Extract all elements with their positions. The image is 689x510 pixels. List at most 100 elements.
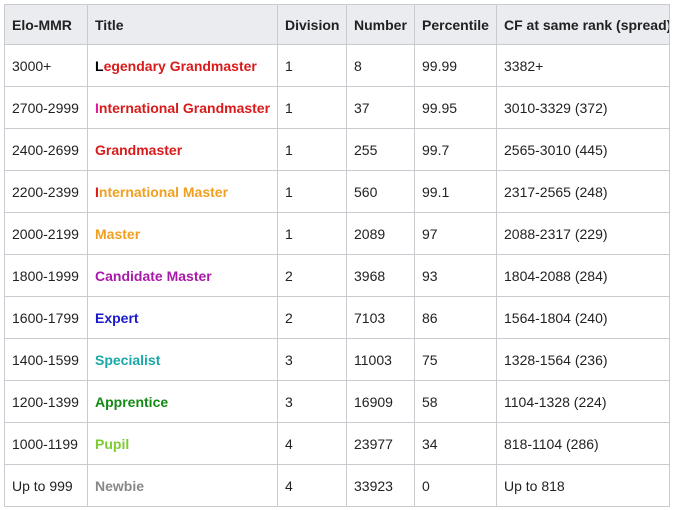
header-title: Title xyxy=(87,4,278,45)
cell-elo-mmr: 1000-1199 xyxy=(4,422,88,465)
cell-elo-mmr: 2400-2699 xyxy=(4,128,88,171)
table-header: Elo-MMR Title Division Number Percentile… xyxy=(4,4,670,45)
ranks-table: Elo-MMR Title Division Number Percentile… xyxy=(4,4,670,507)
table-row: 2700-2999 International Grandmaster 1 37 99.… xyxy=(4,86,670,129)
cell-number: 560 xyxy=(346,170,415,213)
title-first-letter: G xyxy=(95,141,106,158)
cell-cf-rank: 1804-2088 (284) xyxy=(496,254,670,297)
title-first-letter: A xyxy=(95,393,106,410)
cell-cf-rank: 2317-2565 (248) xyxy=(496,170,670,213)
title-rest: randmaster xyxy=(105,141,183,158)
cell-title: Expert xyxy=(87,296,278,339)
cell-percentile: 58 xyxy=(414,380,497,423)
title-first-letter: S xyxy=(95,351,105,368)
title-rest: nternational Grandmaster xyxy=(98,99,271,116)
title-first-letter: C xyxy=(95,267,106,284)
cell-elo-mmr: 3000+ xyxy=(4,44,88,87)
title-rest: upil xyxy=(104,435,130,452)
title-rest: andidate Master xyxy=(105,267,212,284)
cell-percentile: 75 xyxy=(414,338,497,381)
table-row: 1200-1399 Apprentice 3 16909 58 1104-1328 (22… xyxy=(4,380,670,423)
cell-cf-rank: 1328-1564 (236) xyxy=(496,338,670,381)
cell-number: 7103 xyxy=(346,296,415,339)
cell-number: 37 xyxy=(346,86,415,129)
cell-percentile: 99.1 xyxy=(414,170,497,213)
title-rest: aster xyxy=(106,225,141,242)
title-rest: nternational Master xyxy=(98,183,229,200)
cell-title: Legendary Grandmaster xyxy=(87,44,278,87)
cell-title: Pupil xyxy=(87,422,278,465)
cell-number: 255 xyxy=(346,128,415,171)
cell-cf-rank: 3010-3329 (372) xyxy=(496,86,670,129)
header-cf-rank: CF at same rank (spread) xyxy=(496,4,670,45)
cell-elo-mmr: Up to 999 xyxy=(4,464,88,507)
cell-number: 16909 xyxy=(346,380,415,423)
cell-division: 4 xyxy=(277,422,347,465)
cell-number: 3968 xyxy=(346,254,415,297)
cell-percentile: 99.7 xyxy=(414,128,497,171)
cell-title: Newbie xyxy=(87,464,278,507)
table-row: 2000-2199 Master 1 2089 97 2088-2317 (229) xyxy=(4,212,670,255)
cell-cf-rank: 2088-2317 (229) xyxy=(496,212,670,255)
title-first-letter: P xyxy=(95,435,105,452)
cell-title: Apprentice xyxy=(87,380,278,423)
title-rest: pprentice xyxy=(105,393,169,410)
header-row: Elo-MMR Title Division Number Percentile… xyxy=(4,4,670,45)
cell-elo-mmr: 1200-1399 xyxy=(4,380,88,423)
cell-division: 1 xyxy=(277,128,347,171)
table-body: 3000+ Legendary Grandmaster 1 8 99.99 3382+ 27… xyxy=(4,44,670,507)
cell-percentile: 99.95 xyxy=(414,86,497,129)
cell-percentile: 34 xyxy=(414,422,497,465)
title-first-letter: N xyxy=(95,477,106,494)
cell-division: 1 xyxy=(277,212,347,255)
cell-division: 1 xyxy=(277,44,347,87)
cell-number: 8 xyxy=(346,44,415,87)
cell-title: International Grandmaster xyxy=(87,86,278,129)
title-first-letter: M xyxy=(95,225,107,242)
table-row: Up to 999 Newbie 4 33923 0 Up to 818 xyxy=(4,464,670,507)
table-row: 2200-2399 International Master 1 560 99.1 231… xyxy=(4,170,670,213)
table-row: 1600-1799 Expert 2 7103 86 1564-1804 (240) xyxy=(4,296,670,339)
cell-cf-rank: Up to 818 xyxy=(496,464,670,507)
cell-elo-mmr: 1400-1599 xyxy=(4,338,88,381)
cell-percentile: 97 xyxy=(414,212,497,255)
cell-title: Grandmaster xyxy=(87,128,278,171)
cell-division: 3 xyxy=(277,380,347,423)
cell-elo-mmr: 2000-2199 xyxy=(4,212,88,255)
table-row: 2400-2699 Grandmaster 1 255 99.7 2565-3010 (4… xyxy=(4,128,670,171)
cell-elo-mmr: 2700-2999 xyxy=(4,86,88,129)
cell-division: 2 xyxy=(277,254,347,297)
cell-elo-mmr: 1600-1799 xyxy=(4,296,88,339)
cell-percentile: 99.99 xyxy=(414,44,497,87)
cell-cf-rank: 1104-1328 (224) xyxy=(496,380,670,423)
table-container: Elo-MMR Title Division Number Percentile… xyxy=(0,0,689,507)
title-rest: ewbie xyxy=(105,477,145,494)
cell-cf-rank: 1564-1804 (240) xyxy=(496,296,670,339)
cell-division: 1 xyxy=(277,86,347,129)
header-number: Number xyxy=(346,4,415,45)
cell-number: 33923 xyxy=(346,464,415,507)
cell-cf-rank: 2565-3010 (445) xyxy=(496,128,670,171)
cell-division: 3 xyxy=(277,338,347,381)
cell-percentile: 93 xyxy=(414,254,497,297)
cell-title: Candidate Master xyxy=(87,254,278,297)
table-row: 1400-1599 Specialist 3 11003 75 1328-1564 (23… xyxy=(4,338,670,381)
title-rest: pecialist xyxy=(104,351,161,368)
cell-division: 2 xyxy=(277,296,347,339)
cell-number: 23977 xyxy=(346,422,415,465)
header-elo-mmr: Elo-MMR xyxy=(4,4,88,45)
cell-division: 1 xyxy=(277,170,347,213)
title-rest: egendary Grandmaster xyxy=(103,57,257,74)
cell-title: International Master xyxy=(87,170,278,213)
table-row: 1000-1199 Pupil 4 23977 34 818-1104 (286) xyxy=(4,422,670,465)
cell-title: Specialist xyxy=(87,338,278,381)
cell-elo-mmr: 1800-1999 xyxy=(4,254,88,297)
cell-percentile: 86 xyxy=(414,296,497,339)
cell-elo-mmr: 2200-2399 xyxy=(4,170,88,213)
table-row: 1800-1999 Candidate Master 2 3968 93 1804-208… xyxy=(4,254,670,297)
cell-division: 4 xyxy=(277,464,347,507)
cell-number: 2089 xyxy=(346,212,415,255)
cell-cf-rank: 818-1104 (286) xyxy=(496,422,670,465)
title-first-letter: L xyxy=(95,57,104,74)
title-first-letter: E xyxy=(95,309,105,326)
